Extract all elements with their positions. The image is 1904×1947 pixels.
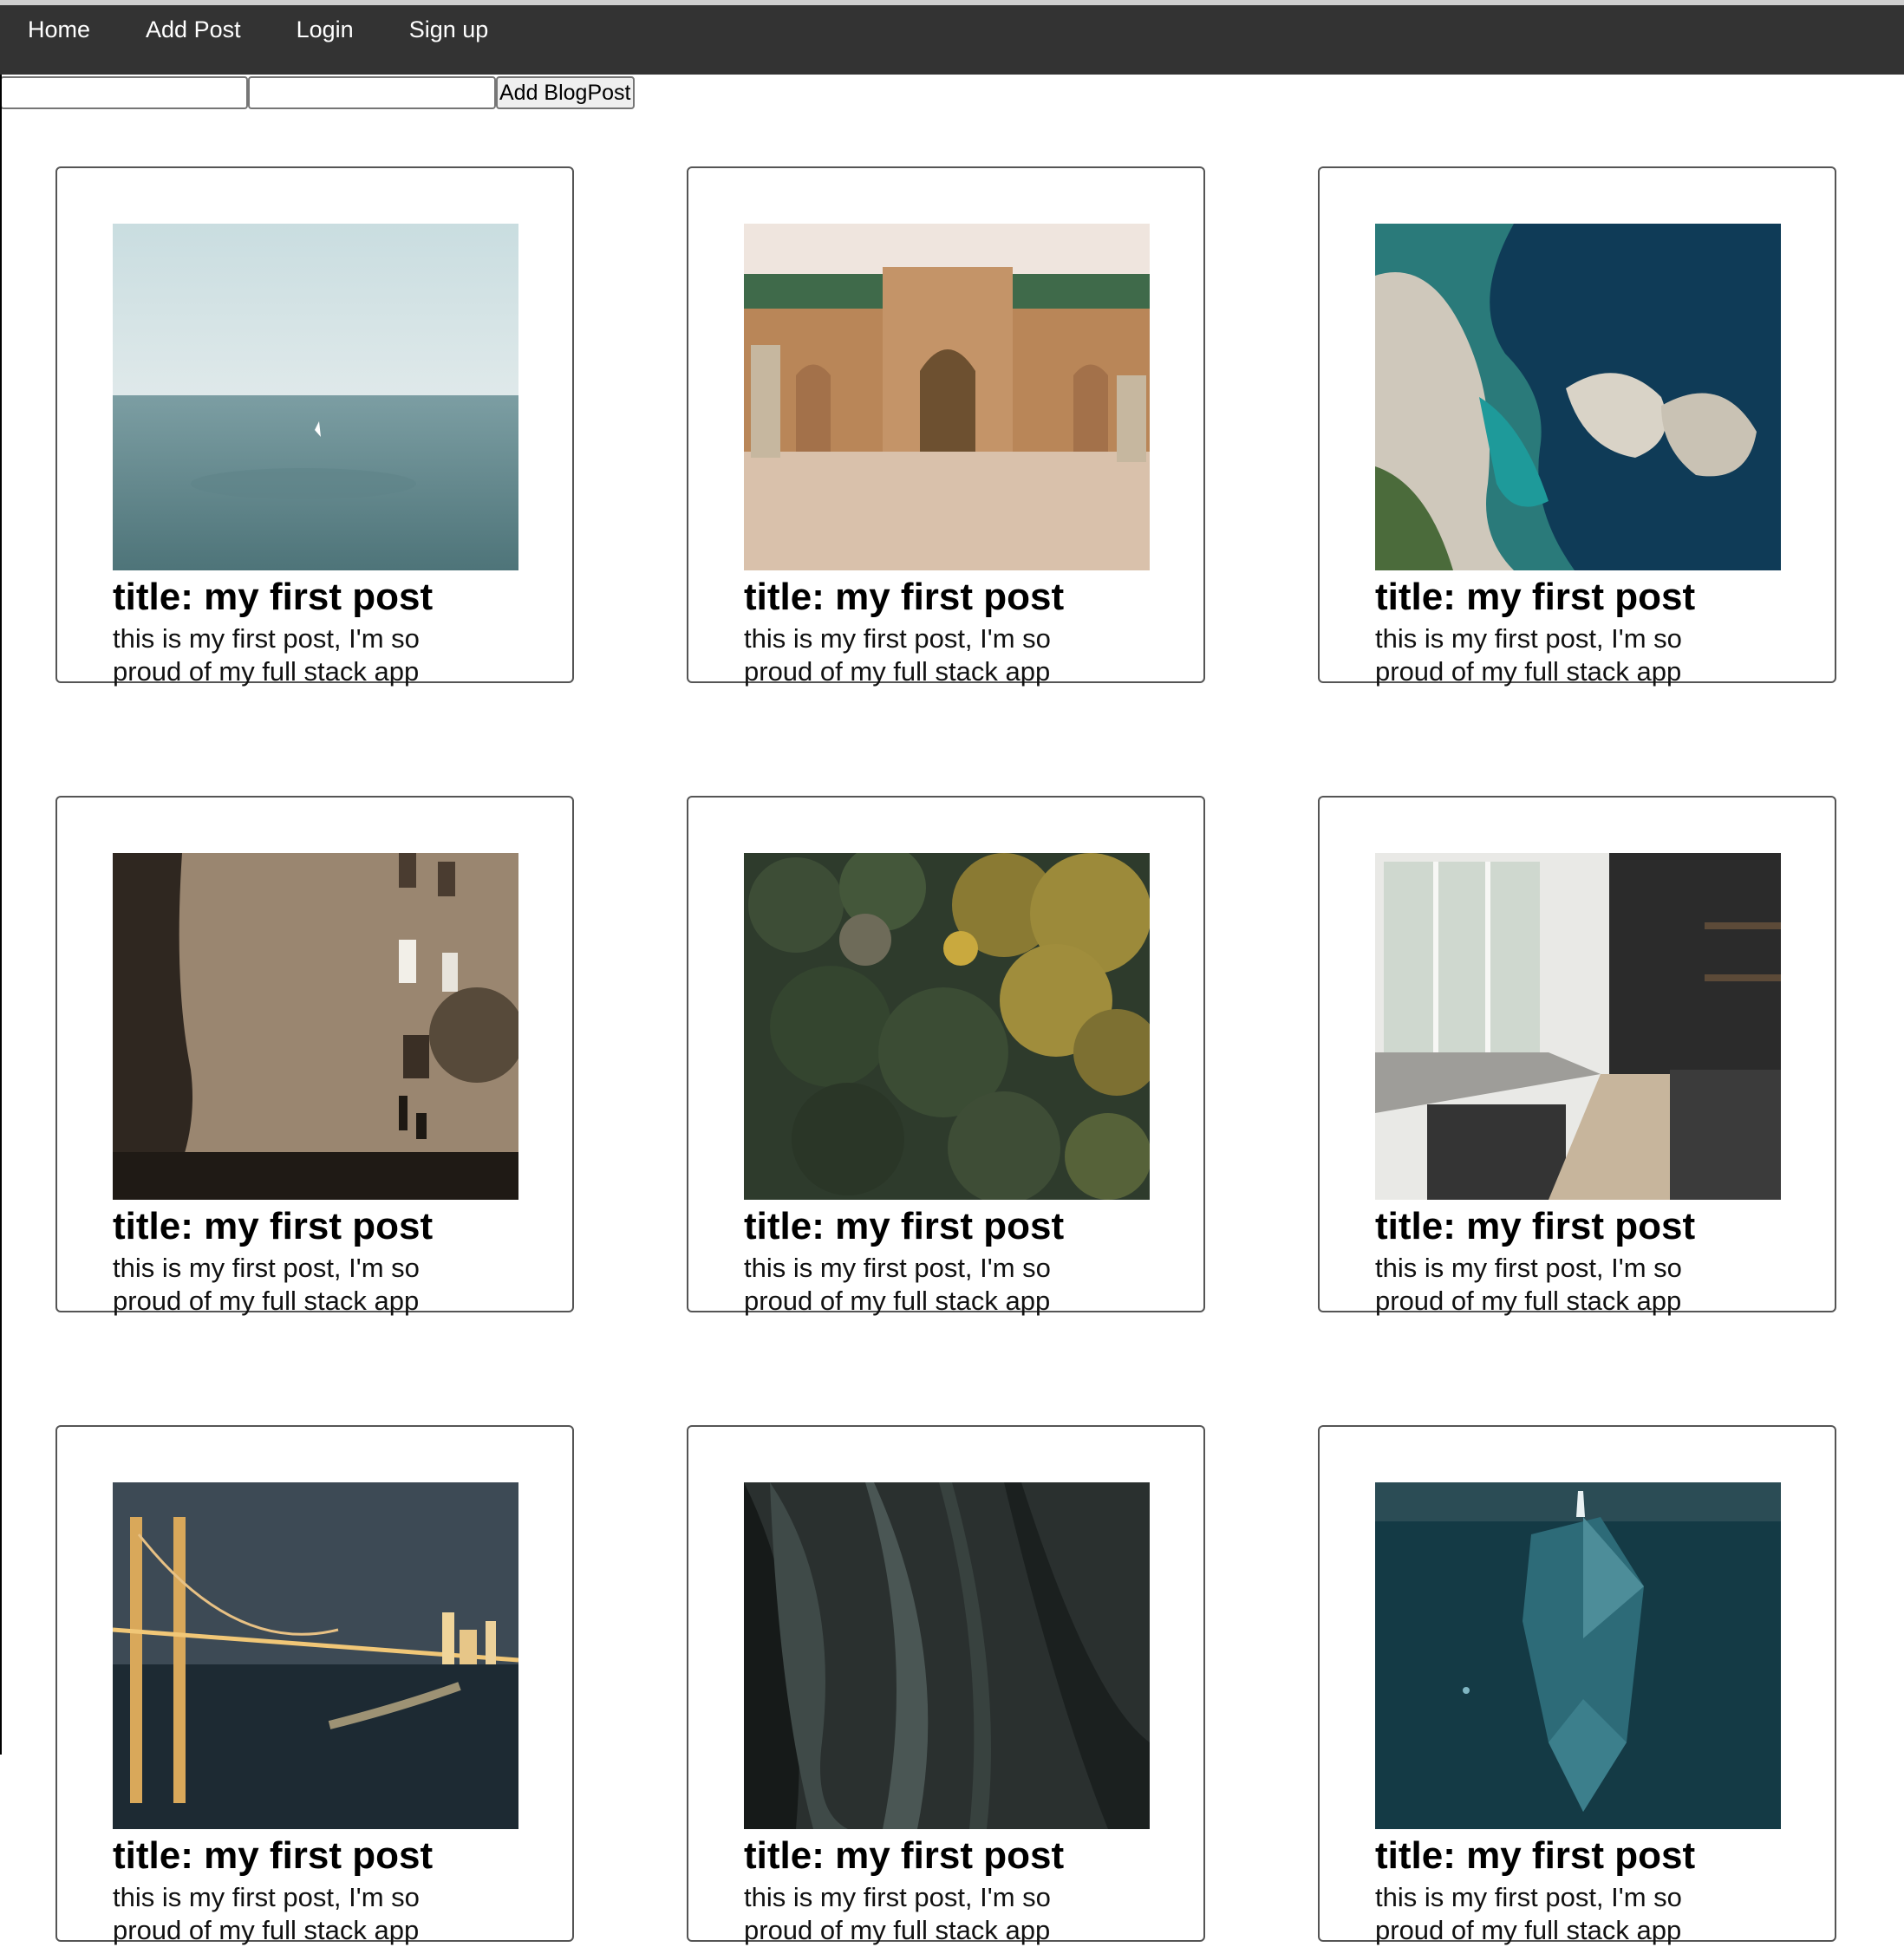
post-body: this is my first post, I'm so proud of m…: [113, 1882, 420, 1945]
post-title: title: my first post: [744, 1205, 1065, 1247]
add-blogpost-button[interactable]: Add BlogPost: [496, 76, 635, 109]
nav-link-add-post[interactable]: Add Post: [146, 5, 241, 47]
post-image-building-wall: [113, 853, 518, 1200]
post-title: title: my first post: [113, 1205, 434, 1247]
post-card: title: my first post this is my first po…: [55, 166, 574, 687]
post-image-sea: [113, 224, 518, 570]
post-card: title: my first post this is my first po…: [1318, 166, 1836, 687]
post-body: this is my first post, I'm so proud of m…: [113, 623, 420, 687]
post-card: title: my first post this is my first po…: [55, 1425, 574, 1945]
post-body: this is my first post, I'm so proud of m…: [744, 1253, 1051, 1316]
post-title-input[interactable]: [0, 76, 248, 109]
post-title: title: my first post: [1375, 1834, 1696, 1877]
post-body-input[interactable]: [248, 76, 496, 109]
nav-link-home[interactable]: Home: [28, 5, 90, 47]
post-image-dark-abstract: [744, 1482, 1150, 1829]
post-body: this is my first post, I'm so proud of m…: [744, 1882, 1051, 1945]
nav-link-sign-up[interactable]: Sign up: [409, 5, 489, 47]
post-image-kitchen: [1375, 853, 1781, 1200]
post-card: title: my first post this is my first po…: [687, 796, 1205, 1316]
post-body: this is my first post, I'm so proud of m…: [1375, 1253, 1682, 1316]
nav-link-login[interactable]: Login: [297, 5, 354, 47]
post-title: title: my first post: [113, 1834, 434, 1877]
navbar: Home Add Post Login Sign up: [0, 5, 1904, 75]
post-card: title: my first post this is my first po…: [1318, 1425, 1836, 1945]
post-title: title: my first post: [744, 576, 1065, 618]
add-post-form: Add BlogPost: [0, 76, 635, 111]
post-body: this is my first post, I'm so proud of m…: [1375, 623, 1682, 687]
post-card: title: my first post this is my first po…: [687, 166, 1205, 687]
post-image-coastline: [1375, 224, 1781, 570]
post-image-bridge: [113, 1482, 518, 1829]
page-left-edge: [0, 75, 2, 1755]
post-title: title: my first post: [1375, 1205, 1696, 1247]
post-card: title: my first post this is my first po…: [1318, 796, 1836, 1316]
post-body: this is my first post, I'm so proud of m…: [1375, 1882, 1682, 1945]
post-card: title: my first post this is my first po…: [55, 796, 574, 1316]
posts-grid: title: my first post this is my first po…: [55, 166, 1836, 1945]
post-body: this is my first post, I'm so proud of m…: [113, 1253, 420, 1316]
post-title: title: my first post: [113, 576, 434, 618]
post-title: title: my first post: [744, 1834, 1065, 1877]
post-image-forest: [744, 853, 1150, 1200]
post-title: title: my first post: [1375, 576, 1696, 618]
post-image-iceberg: [1375, 1482, 1781, 1829]
post-body: this is my first post, I'm so proud of m…: [744, 623, 1051, 687]
post-card: title: my first post this is my first po…: [687, 1425, 1205, 1945]
post-image-palace-gate: [744, 224, 1150, 570]
